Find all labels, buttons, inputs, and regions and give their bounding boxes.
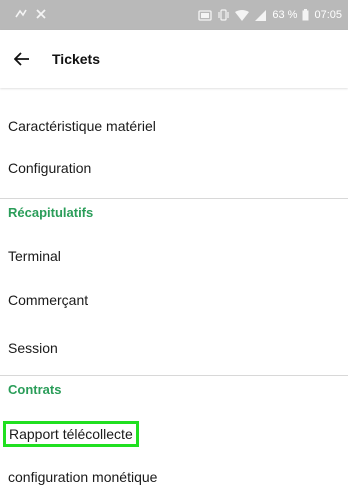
app-bar: Tickets: [0, 30, 348, 88]
vibrate-icon: [217, 9, 230, 21]
list-item-label: Caractéristique matériel: [8, 118, 156, 134]
status-left: [14, 8, 46, 23]
status-right: 63 % 07:05: [198, 9, 342, 21]
list-item-label: Commerçant: [8, 292, 89, 308]
list-item-configuration[interactable]: Configuration: [0, 146, 348, 190]
back-arrow-icon[interactable]: [0, 30, 44, 88]
battery-percentage: 63 %: [272, 9, 298, 21]
clock: 07:05: [314, 9, 342, 21]
list-item-terminal[interactable]: Terminal: [0, 234, 348, 278]
list-item-label: configuration monétique: [8, 469, 158, 485]
list-item-configuration-monetique[interactable]: configuration monétique: [0, 455, 348, 486]
list-item-label: Session: [8, 340, 58, 356]
list-item-rapport-telecollecte[interactable]: Rapport télécollecte: [0, 412, 348, 456]
list-item-session[interactable]: Session: [0, 326, 348, 370]
section-header-recapitulatifs: Récapitulatifs: [0, 198, 348, 226]
list-item-commercant[interactable]: Commerçant: [0, 278, 348, 322]
battery-icon: [302, 9, 309, 21]
notification-icon: [14, 8, 28, 23]
list-item-label-highlighted: Rapport télécollecte: [3, 421, 139, 447]
screen-cast-icon: [198, 9, 213, 21]
list-item-label: Terminal: [8, 248, 61, 264]
list-item-caracteristique-materiel[interactable]: Caractéristique matériel: [0, 104, 348, 148]
section-header-contrats: Contrats: [0, 375, 348, 403]
status-bar: 63 % 07:05: [0, 0, 348, 30]
wifi-icon: [235, 9, 250, 21]
signal-icon: [254, 9, 267, 21]
list-item-label: Configuration: [8, 160, 92, 176]
close-icon: [36, 8, 46, 22]
page-title: Tickets: [52, 51, 100, 67]
